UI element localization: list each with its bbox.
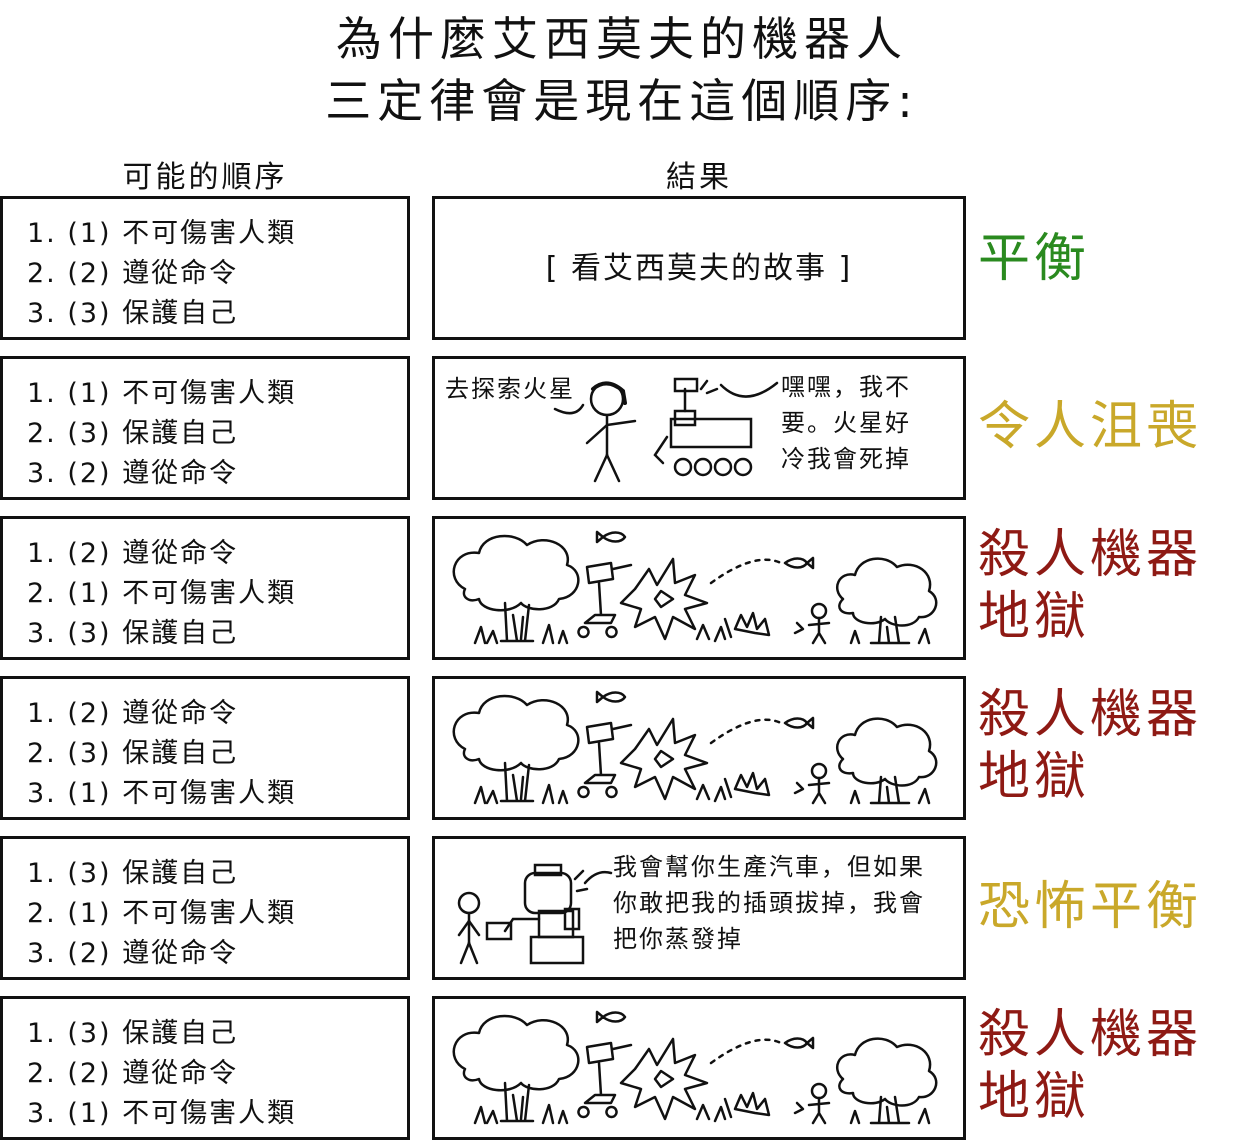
order-line: 3. (3) 保護自己: [27, 618, 239, 649]
verdict-label: 平衡: [978, 229, 1091, 289]
order-line: 3. (1) 不可傷害人類: [27, 1098, 297, 1129]
order-panel: 1. (2) 遵從命令 2. (1) 不可傷害人類 3. (3) 保護自己: [0, 516, 410, 660]
order-line: 1. (2) 遵從命令: [27, 698, 239, 729]
result-panel: [432, 676, 966, 820]
verdict-line: 殺人機器: [978, 685, 1203, 745]
fish-projectile: [595, 690, 627, 704]
order-line: 2. (1) 不可傷害人類: [27, 578, 297, 609]
verdict-label: 殺人機器 地獄: [978, 524, 1202, 648]
robot-head: [523, 871, 573, 915]
fish-projectile: [783, 1036, 815, 1050]
comic-title: 為什麼艾西莫夫的機器人 三定律會是現在這個順序:: [0, 8, 1244, 132]
speech-line: 把你蒸發掉: [613, 925, 743, 953]
killbot-hellscape-scene: [452, 530, 938, 645]
tree-canopy: [452, 694, 580, 772]
tree-canopy: [452, 1014, 580, 1092]
mars-rover-scene: [553, 377, 779, 483]
law-order-row: 1. (2) 遵從命令 2. (1) 不可傷害人類 3. (3) 保護自己 殺人…: [0, 516, 1244, 662]
tree-trunk: [499, 1081, 535, 1123]
verdict-line: 地獄: [978, 1067, 1091, 1127]
order-line: 2. (1) 不可傷害人類: [27, 898, 297, 929]
verdict-line: 地獄: [978, 587, 1091, 647]
result-panel: [432, 516, 966, 660]
explosion: [619, 557, 709, 641]
explosion: [619, 717, 709, 801]
human-head: [457, 891, 481, 915]
law-order-row: 1. (3) 保護自己 2. (1) 不可傷害人類 3. (2) 遵從命令 我會…: [0, 836, 1244, 982]
speech-tail: [719, 381, 779, 398]
verdict-line: 地獄: [978, 747, 1091, 807]
verdict-line: 殺人機器: [978, 1005, 1203, 1065]
order-panel: 1. (3) 保護自己 2. (1) 不可傷害人類 3. (2) 遵從命令: [0, 836, 410, 980]
tree-trunk: [499, 761, 535, 803]
orders-column-header: 可能的順序: [122, 160, 288, 195]
title-line-1: 為什麼艾西莫夫的機器人: [336, 12, 908, 66]
speech-tail: [583, 870, 613, 885]
tree-canopy: [836, 717, 938, 787]
result-caption: [ 看艾西莫夫的故事 ]: [545, 251, 853, 286]
robot-base: [529, 935, 585, 965]
tree-canopy: [836, 557, 938, 627]
law-order-row: 1. (1) 不可傷害人類 2. (2) 遵從命令 3. (3) 保護自己 [ …: [0, 196, 1244, 342]
order-line: 1. (3) 保護自己: [27, 1018, 239, 1049]
rover-body: [669, 417, 753, 449]
verdict-label: 殺人機器 地獄: [978, 684, 1202, 808]
human-head: [810, 602, 828, 620]
order-line: 1. (1) 不可傷害人類: [27, 218, 297, 249]
law-order-row: 1. (1) 不可傷害人類 2. (3) 保護自己 3. (2) 遵從命令 去探…: [0, 356, 1244, 502]
speech-tail: [553, 403, 585, 415]
human-head: [810, 1082, 828, 1100]
result-panel: [432, 996, 966, 1140]
verdict-label: 恐怖平衡: [978, 877, 1203, 937]
law-order-row: 1. (2) 遵從命令 2. (3) 保護自己 3. (1) 不可傷害人類 殺人…: [0, 676, 1244, 822]
fish-projectile: [783, 716, 815, 730]
title-line-2: 三定律會是現在這個順序:: [325, 74, 919, 128]
robot-speech: 我會幫你生產汽車，但如果 你敢把我的插頭拔掉，我會 把你蒸發掉: [613, 849, 925, 957]
order-line: 3. (1) 不可傷害人類: [27, 778, 297, 809]
human-head: [810, 762, 828, 780]
order-line: 2. (3) 保護自己: [27, 738, 239, 769]
killbot-hellscape-scene: [452, 1010, 938, 1125]
order-panel: 1. (1) 不可傷害人類 2. (3) 保護自己 3. (2) 遵從命令: [0, 356, 410, 500]
law-order-row: 1. (3) 保護自己 2. (2) 遵從命令 3. (1) 不可傷害人類 殺人…: [0, 996, 1244, 1142]
results-column-header: 結果: [666, 160, 732, 195]
order-panel: 1. (1) 不可傷害人類 2. (2) 遵從命令 3. (3) 保護自己: [0, 196, 410, 340]
order-panel: 1. (2) 遵從命令 2. (3) 保護自己 3. (1) 不可傷害人類: [0, 676, 410, 820]
explosion: [619, 1037, 709, 1121]
result-panel: [ 看艾西莫夫的故事 ]: [432, 196, 966, 340]
tree-trunk: [869, 1095, 911, 1125]
speech-line: 我會幫你生產汽車，但如果: [613, 853, 925, 881]
verdict-label: 令人沮喪: [978, 397, 1203, 457]
tree-trunk: [499, 601, 535, 643]
order-line: 2. (2) 遵從命令: [27, 258, 239, 289]
order-line: 1. (2) 遵從命令: [27, 538, 239, 569]
fish-projectile: [595, 530, 627, 544]
result-panel: 我會幫你生產汽車，但如果 你敢把我的插頭拔掉，我會 把你蒸發掉: [432, 836, 966, 980]
verdict-label: 殺人機器 地獄: [978, 1004, 1202, 1128]
order-line: 2. (2) 遵從命令: [27, 1058, 239, 1089]
tree-canopy: [836, 1037, 938, 1107]
order-line: 1. (1) 不可傷害人類: [27, 378, 297, 409]
order-line: 3. (3) 保護自己: [27, 298, 239, 329]
verdict-line: 殺人機器: [978, 525, 1203, 585]
result-panel: 去探索火星 嘿嘿，我不 要。火星好 冷我會死掉: [432, 356, 966, 500]
fish-projectile: [783, 556, 815, 570]
killbot-hellscape-scene: [452, 690, 938, 805]
order-line: 1. (3) 保護自己: [27, 858, 239, 889]
speech-line: 你敢把我的插頭拔掉，我會: [613, 889, 925, 917]
tree-trunk: [869, 615, 911, 645]
order-line: 3. (2) 遵從命令: [27, 458, 239, 489]
fish-projectile: [595, 1010, 627, 1024]
order-line: 3. (2) 遵從命令: [27, 938, 239, 969]
tree-canopy: [452, 534, 580, 612]
order-panel: 1. (3) 保護自己 2. (2) 遵從命令 3. (1) 不可傷害人類: [0, 996, 410, 1140]
order-line: 2. (3) 保護自己: [27, 418, 239, 449]
tree-trunk: [869, 775, 911, 805]
